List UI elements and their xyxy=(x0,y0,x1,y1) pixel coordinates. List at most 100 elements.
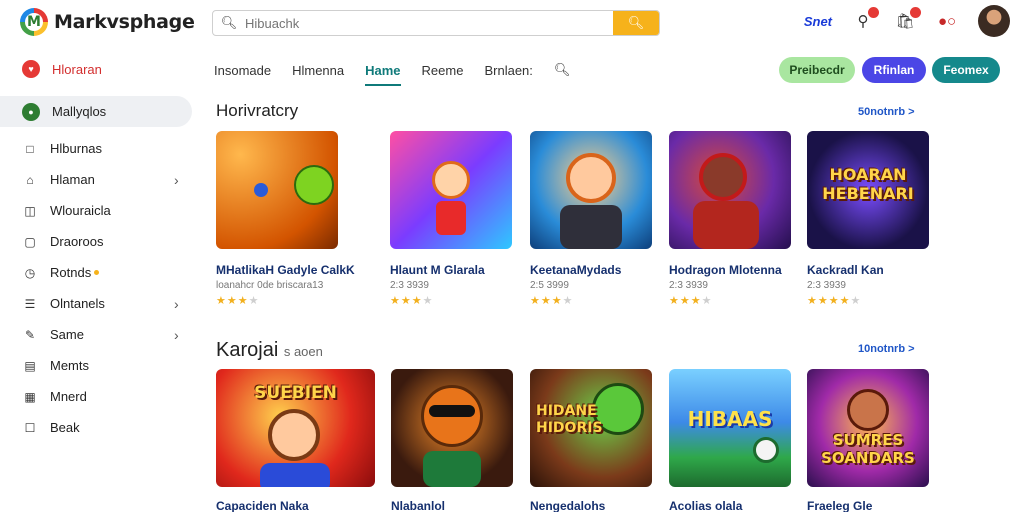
sidebar-item-label: Same xyxy=(50,327,84,342)
rating-stars: ★★★★ xyxy=(216,295,260,307)
tab-1[interactable]: Hlmenna xyxy=(292,56,344,84)
game-art-text: SUEBIEN xyxy=(254,383,337,403)
brand-icon: ♥ xyxy=(22,60,40,78)
games-button[interactable]: ●○ xyxy=(936,10,958,32)
tab-3[interactable]: Reeme xyxy=(422,56,464,84)
logo-icon: M xyxy=(20,8,48,36)
game-art-text: HIDANE HIDORIS xyxy=(536,403,603,436)
search-icon[interactable]: 🔍︎ xyxy=(554,62,571,78)
rating-stars: ★★★★ xyxy=(530,295,574,307)
home-icon: ● xyxy=(22,102,40,121)
game-card[interactable]: Hodragon Mlotenna 2:3 3939 ★★★★ xyxy=(669,131,791,307)
avatar[interactable] xyxy=(978,5,1010,37)
chevron-right-icon: › xyxy=(174,171,179,188)
sidebar-item-label: Beak xyxy=(50,420,80,435)
sidebar-item-label: Wlouraicla xyxy=(50,203,111,218)
game-thumbnail xyxy=(216,131,338,249)
sidebar-item-3[interactable]: ◫ Wlouraicla xyxy=(0,195,200,226)
game-title: Hlaunt M Glarala xyxy=(390,263,485,277)
game-card[interactable]: Nlabanlol xyxy=(391,369,513,512)
filter-pill-0[interactable]: Preibecdr xyxy=(779,57,855,83)
filter-pill-2[interactable]: Feomex xyxy=(932,57,1000,83)
header-actions: Snet ⚲ 🛍︎ ●○ xyxy=(804,5,1010,37)
game-thumbnail xyxy=(530,131,652,249)
search-icon: 🔍︎ xyxy=(220,15,238,30)
section-title: Karojai s aoen xyxy=(216,339,323,362)
game-card[interactable]: KeetanaMydads 2:5 3999 ★★★★ xyxy=(530,131,652,307)
top-bar: M Markvsphage 🔍︎ 🔍︎ Snet ⚲ 🛍︎ ●○ xyxy=(0,0,1024,46)
game-meta: loanahcr 0de briscara13 xyxy=(216,280,324,291)
tag-icon: ▢ xyxy=(24,234,36,249)
notifications-button[interactable]: ⚲ xyxy=(852,7,879,32)
tab-4[interactable]: Brnlaen: xyxy=(484,56,532,84)
sidebar-item-label: Mallyqlos xyxy=(52,104,107,119)
game-art-text: HOARAN HEBENARI xyxy=(822,165,914,203)
doc-icon: ▤ xyxy=(24,358,36,373)
folder-icon: □ xyxy=(26,141,34,156)
sidebar-item-label: Mnerd xyxy=(50,389,87,404)
search-button[interactable]: 🔍︎ xyxy=(613,11,659,35)
game-title: Nlabanlol xyxy=(391,499,446,512)
bag-icon: ◫ xyxy=(24,203,36,218)
game-title: Acolias olala xyxy=(669,499,743,512)
sidebar-item-6[interactable]: ☰ Olntanels › xyxy=(0,288,200,319)
sidebar-item-2[interactable]: ⌂ Hlaman › xyxy=(0,164,200,195)
search-input[interactable] xyxy=(245,15,613,31)
sidebar-item-0[interactable]: ● Mallyqlos xyxy=(0,96,192,127)
game-thumbnail xyxy=(669,131,791,249)
sidebar-item-9[interactable]: ▦ Mnerd xyxy=(0,381,200,412)
category-tabs: Insomade Hlmenna Hame Reeme Brnlaen: 🔍︎ xyxy=(214,56,571,86)
see-all-link[interactable]: 10notnrb > xyxy=(858,343,915,355)
sidebar-item-1[interactable]: □ Hlburnas xyxy=(0,133,200,164)
tab-0[interactable]: Insomade xyxy=(214,56,271,84)
status-dot xyxy=(94,270,100,275)
rating-stars: ★★★★ xyxy=(669,295,713,307)
game-meta: 2:3 3939 xyxy=(390,280,429,291)
sidebar-item-10[interactable]: ☐ Beak xyxy=(0,412,200,443)
game-art-text: SUMRES SOANDARS xyxy=(821,431,915,467)
chevron-right-icon: › xyxy=(174,326,179,343)
game-thumbnail: HOARAN HEBENARI xyxy=(807,131,929,249)
game-card[interactable]: HIBAAS Acolias olala xyxy=(669,369,791,512)
section-title-suffix: s aoen xyxy=(283,344,323,359)
game-meta: 2:3 3939 xyxy=(807,280,846,291)
rating-stars: ★★★★ xyxy=(390,295,434,307)
list-icon: ☰ xyxy=(24,296,36,311)
game-card[interactable]: MHatlikaH Gadyle CalkK loanahcr 0de bris… xyxy=(216,131,355,307)
app-name: Markvsphage xyxy=(54,11,195,33)
cart-button[interactable]: 🛍︎ xyxy=(894,7,921,32)
game-title: Capaciden Naka xyxy=(216,499,309,512)
see-all-link[interactable]: 50notnrb > xyxy=(858,106,915,118)
clock-icon: ◷ xyxy=(24,265,36,280)
game-thumbnail: HIDANE HIDORIS xyxy=(530,369,652,487)
square-icon: ☐ xyxy=(24,420,36,435)
game-art-text: HIBAAS xyxy=(687,407,773,431)
tab-2[interactable]: Hame xyxy=(365,56,401,86)
game-card[interactable]: HIDANE HIDORIS Nengedalohs xyxy=(530,369,652,512)
notification-badge xyxy=(868,7,879,18)
sidebar-item-4[interactable]: ▢ Draoroos xyxy=(0,226,200,257)
section-title-main: Karojai xyxy=(216,339,279,361)
app-logo[interactable]: M Markvsphage xyxy=(20,8,195,36)
sidebar-brand[interactable]: ♥ Hloraran xyxy=(0,52,200,86)
game-card[interactable]: HOARAN HEBENARI Kackradl Kan 2:3 3939 ★★… xyxy=(807,131,929,307)
game-thumbnail xyxy=(390,131,512,249)
game-card[interactable]: SUEBIEN Capaciden Naka xyxy=(216,369,375,512)
search-icon: 🔍︎ xyxy=(627,15,645,30)
shop-link[interactable]: Snet xyxy=(804,14,832,29)
sidebar-item-8[interactable]: ▤ Memts xyxy=(0,350,200,381)
game-title: Fraeleg Gle xyxy=(807,499,873,512)
store-icon: ⌂ xyxy=(26,172,34,187)
filter-pill-1[interactable]: Rfinlan xyxy=(862,57,926,83)
game-card[interactable]: SUMRES SOANDARS Fraeleg Gle xyxy=(807,369,929,512)
section-title: Horivratcry xyxy=(216,101,299,120)
sidebar-item-label: Hlaman xyxy=(50,172,95,187)
sidebar-item-7[interactable]: ✎ Same › xyxy=(0,319,200,350)
game-card[interactable]: Hlaunt M Glarala 2:3 3939 ★★★★ xyxy=(390,131,512,307)
bell-icon: ⚲ xyxy=(857,13,869,30)
sidebar-item-5[interactable]: ◷ Rotnds xyxy=(0,257,200,288)
game-thumbnail xyxy=(391,369,513,487)
marketplace-app: M Markvsphage 🔍︎ 🔍︎ Snet ⚲ 🛍︎ ●○ xyxy=(0,0,1024,512)
sidebar-item-label: Hlburnas xyxy=(50,141,103,156)
cart-badge xyxy=(910,7,921,18)
